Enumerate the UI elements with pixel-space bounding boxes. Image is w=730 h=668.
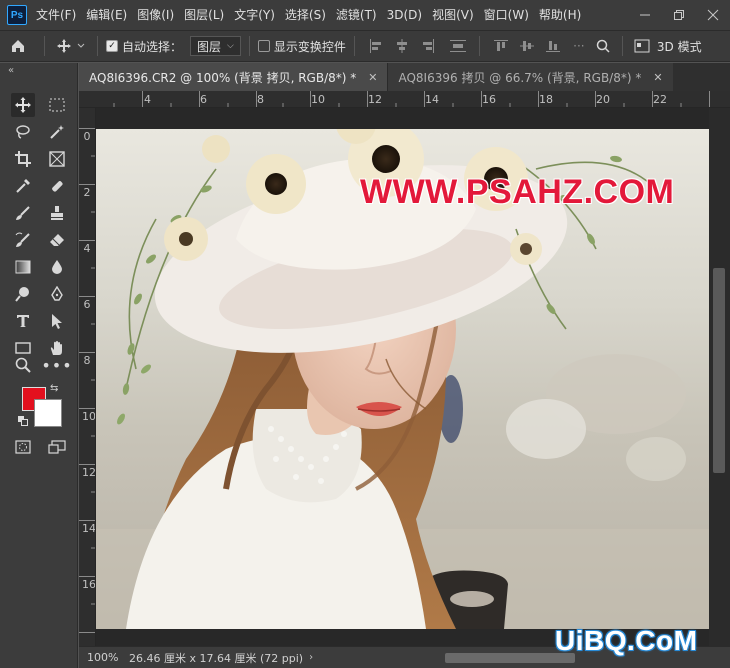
clone-stamp-icon[interactable] — [45, 201, 69, 225]
workspace-icon[interactable] — [631, 39, 653, 53]
lasso-tool-icon[interactable] — [11, 120, 35, 144]
menu-edit[interactable]: 编辑(E) — [81, 0, 132, 30]
tools-panel: « ••• ⇆ — [0, 63, 78, 668]
crop-tool-icon[interactable] — [11, 147, 35, 171]
divider — [44, 36, 45, 56]
close-icon[interactable]: ✕ — [368, 71, 377, 84]
history-brush-icon[interactable] — [11, 228, 35, 252]
screen-mode-icon[interactable] — [45, 435, 69, 459]
menu-type[interactable]: 文字(Y) — [229, 0, 280, 30]
align-left-icon[interactable] — [367, 37, 385, 55]
divider — [478, 36, 480, 56]
document-size: 26.46 厘米 x 17.64 厘米 (72 ppi) — [129, 651, 304, 665]
auto-select-label: 自动选择： — [122, 39, 183, 54]
search-icon[interactable] — [592, 39, 614, 53]
photo-canvas[interactable]: WWW.PSAHZ.COM — [96, 129, 709, 629]
gradient-tool-icon[interactable] — [11, 255, 35, 279]
options-bar: ✓ 自动选择： 图层 ⌵ 显示变换控件 ··· 3D 模式 — [0, 30, 730, 62]
3d-mode-label[interactable]: 3D 模式 — [657, 38, 702, 55]
menu-select[interactable]: 选择(S) — [280, 0, 331, 30]
magic-wand-icon[interactable] — [45, 120, 69, 144]
menu-3d[interactable]: 3D(D) — [382, 0, 427, 30]
pen-tool-icon[interactable] — [45, 282, 69, 306]
canvas-area[interactable]: WWW.PSAHZ.COM — [96, 108, 709, 646]
menu-window[interactable]: 窗口(W) — [479, 0, 534, 30]
menu-layer[interactable]: 图层(L) — [179, 0, 229, 30]
close-icon[interactable] — [696, 0, 730, 30]
distribute-icon[interactable] — [449, 37, 467, 55]
site-watermark: UiBQ.CoM — [555, 625, 698, 656]
show-transform-checkbox[interactable] — [257, 40, 270, 52]
blur-tool-icon[interactable] — [45, 255, 69, 279]
tab-label: AQ8I6396.CR2 @ 100% (背景 拷贝, RGB/8*) * — [89, 70, 357, 85]
path-selection-icon[interactable] — [45, 309, 69, 333]
move-tool-icon[interactable] — [11, 93, 35, 117]
show-transform-label: 显示变换控件 — [273, 39, 346, 54]
vertical-scrollbar[interactable] — [709, 108, 730, 646]
brush-tool-icon[interactable] — [11, 201, 35, 225]
background-color-swatch[interactable] — [34, 399, 62, 427]
vertical-ruler[interactable]: 0 2 4 6 8 10 12 14 16 — [79, 108, 96, 646]
tab-document-1[interactable]: AQ8I6396.CR2 @ 100% (背景 拷贝, RGB/8*) * ✕ — [79, 63, 388, 91]
close-icon[interactable]: ✕ — [653, 71, 662, 84]
healing-brush-icon[interactable] — [45, 174, 69, 198]
chevron-down-icon: ⌵ — [227, 41, 234, 51]
canvas-watermark: WWW.PSAHZ.COM — [359, 172, 675, 212]
window-controls — [628, 0, 730, 30]
frame-tool-icon[interactable] — [45, 147, 69, 171]
divider — [97, 36, 98, 56]
zoom-level[interactable]: 100% — [79, 651, 119, 664]
layer-dropdown-value: 图层 — [197, 39, 222, 54]
divider — [621, 36, 623, 56]
collapse-panel-icon[interactable]: « — [8, 65, 14, 76]
home-icon[interactable] — [0, 38, 36, 54]
menu-image[interactable]: 图像(I) — [132, 0, 179, 30]
ruler-ticks — [79, 128, 95, 633]
divider — [248, 36, 250, 56]
align-top-icon[interactable] — [492, 37, 510, 55]
eyedropper-icon[interactable] — [11, 174, 35, 198]
divider — [353, 36, 355, 56]
zoom-tool-icon[interactable] — [11, 353, 35, 377]
restore-icon[interactable] — [662, 0, 696, 30]
quick-mask-icon[interactable] — [11, 435, 35, 459]
minimize-icon[interactable] — [628, 0, 662, 30]
move-tool-preset-icon[interactable] — [53, 38, 89, 54]
menu-help[interactable]: 帮助(H) — [534, 0, 586, 30]
align-right-icon[interactable] — [419, 37, 437, 55]
more-tools-icon[interactable]: ••• — [41, 353, 71, 377]
dodge-tool-icon[interactable] — [11, 282, 35, 306]
horizontal-ruler[interactable]: 4 6 8 10 12 14 16 18 20 22 — [79, 91, 730, 108]
align-bottom-icon[interactable] — [544, 37, 562, 55]
more-options-icon[interactable]: ··· — [570, 37, 588, 55]
auto-select-checkbox[interactable]: ✓ — [106, 40, 118, 52]
align-middle-icon[interactable] — [518, 37, 536, 55]
align-center-icon[interactable] — [393, 37, 411, 55]
menu-bar: Ps 文件(F) 编辑(E) 图像(I) 图层(L) 文字(Y) 选择(S) 滤… — [0, 0, 730, 30]
document-tabs: AQ8I6396.CR2 @ 100% (背景 拷贝, RGB/8*) * ✕ … — [79, 63, 730, 91]
swap-colors-icon[interactable]: ⇆ — [50, 383, 58, 394]
eraser-tool-icon[interactable] — [45, 228, 69, 252]
marquee-tool-icon[interactable] — [45, 93, 69, 117]
scrollbar-thumb[interactable] — [713, 268, 725, 473]
chevron-right-icon[interactable]: › — [309, 652, 313, 663]
menu-filter[interactable]: 滤镜(T) — [331, 0, 382, 30]
type-tool-icon[interactable] — [11, 309, 35, 333]
tab-document-2[interactable]: AQ8I6396 拷贝 @ 66.7% (背景, RGB/8*) * ✕ — [387, 63, 673, 91]
menu-view[interactable]: 视图(V) — [427, 0, 479, 30]
layer-dropdown[interactable]: 图层 ⌵ — [190, 36, 241, 56]
menu-file[interactable]: 文件(F) — [31, 0, 81, 30]
default-colors-icon[interactable] — [18, 416, 28, 429]
ruler-ticks — [113, 91, 710, 107]
tab-label: AQ8I6396 拷贝 @ 66.7% (背景, RGB/8*) * — [398, 70, 642, 85]
photoshop-logo: Ps — [7, 5, 27, 25]
